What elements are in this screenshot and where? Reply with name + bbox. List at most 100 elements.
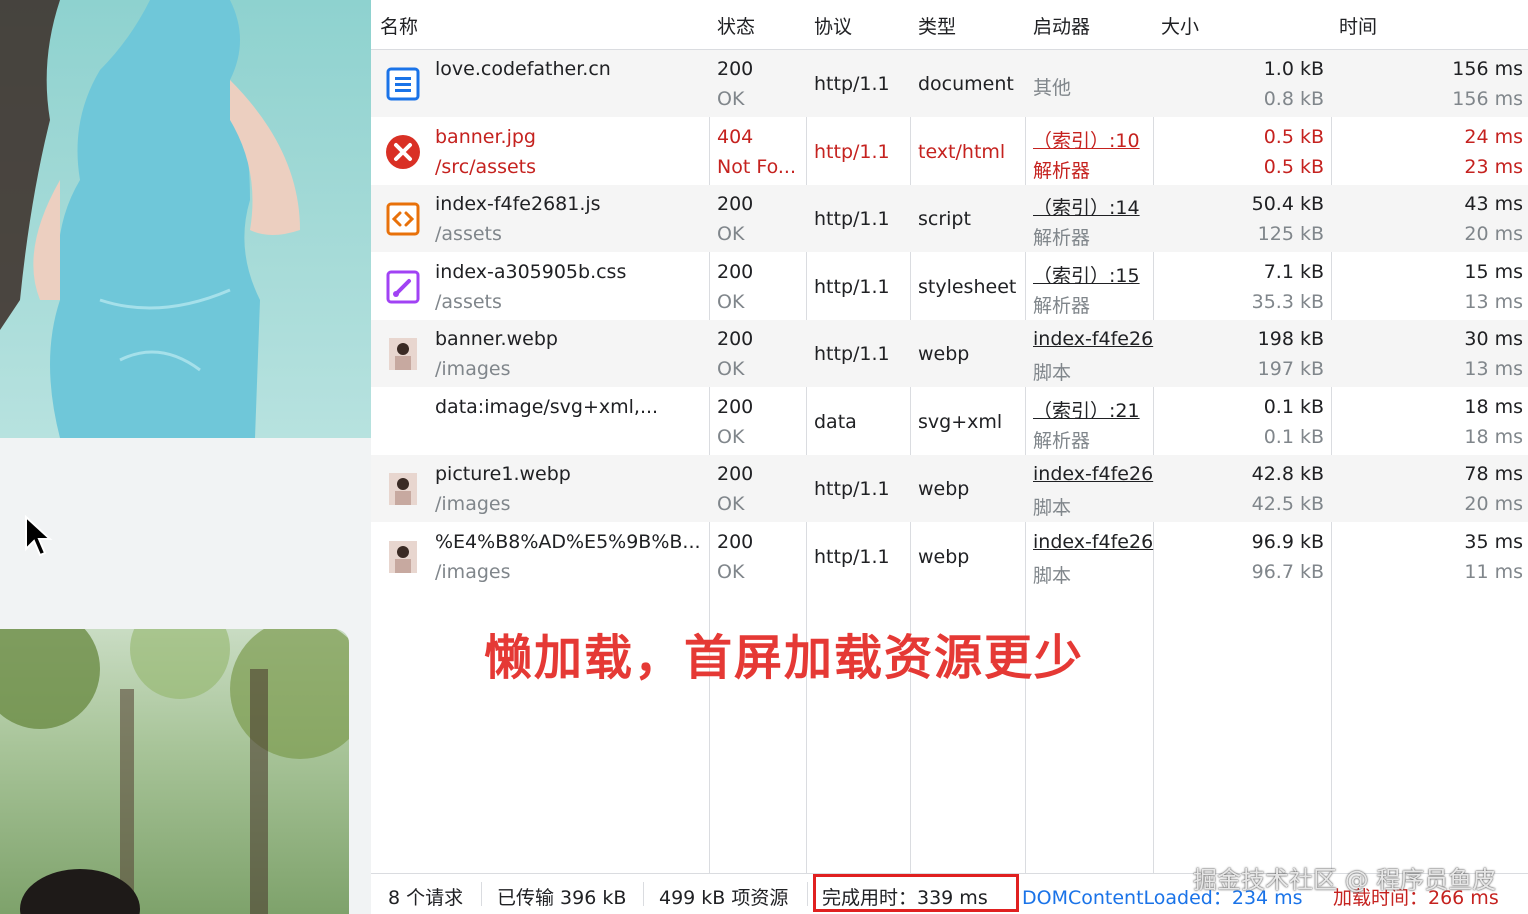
image-thumbnail-icon <box>385 471 421 507</box>
initiator-link[interactable]: （索引）:21 <box>1033 396 1140 423</box>
request-name[interactable]: picture1.webp <box>435 463 571 485</box>
table-header: 名称 状态 协议 类型 启动器 大小 时间 <box>371 0 1528 50</box>
status-text: OK <box>717 493 745 515</box>
total-time: 156 ms <box>1452 58 1523 80</box>
initiator-link[interactable]: （索引）:10 <box>1033 126 1140 153</box>
status-text: OK <box>717 223 745 245</box>
request-name[interactable]: data:image/svg+xml,... <box>435 396 658 418</box>
initiator-type: 解析器 <box>1033 429 1091 452</box>
protocol: http/1.1 <box>814 275 890 298</box>
stylesheet-icon <box>385 269 421 305</box>
total-time: 24 ms <box>1464 125 1523 148</box>
transfer-size: 96.9 kB <box>1251 530 1324 553</box>
status-text: OK <box>717 560 745 583</box>
annotation-text: 懒加载，首屏加载资源更少 <box>484 630 1085 686</box>
preview-photo-qipao <box>0 0 371 438</box>
initiator-link[interactable]: index-f4fe26 <box>1033 463 1153 485</box>
status-code: 200 <box>717 193 754 215</box>
server-time: 13 ms <box>1464 358 1523 380</box>
total-time: 78 ms <box>1464 463 1523 485</box>
initiator-type: 其他 <box>1033 77 1072 99</box>
page-preview <box>0 0 371 914</box>
protocol: http/1.1 <box>814 545 890 568</box>
status-text: OK <box>717 88 745 110</box>
resource-type: webp <box>918 545 970 568</box>
status-text: OK <box>717 290 745 313</box>
network-panel: 名称 状态 协议 类型 启动器 大小 时间 love.codefather.cn… <box>371 0 1528 914</box>
request-name[interactable]: index-f4fe2681.js <box>435 193 601 215</box>
table-row[interactable]: data:image/svg+xml,... 200 OK data svg+xml （索… <box>371 388 1528 455</box>
server-time: 20 ms <box>1464 493 1523 515</box>
status-code: 404 <box>717 125 754 148</box>
transfer-size: 0.5 kB <box>1263 125 1324 148</box>
transfer-size: 42.8 kB <box>1251 463 1324 485</box>
total-time: 43 ms <box>1464 193 1523 215</box>
total-time: 18 ms <box>1464 395 1523 418</box>
server-time: 156 ms <box>1452 88 1523 110</box>
status-code: 200 <box>717 328 754 350</box>
finish-highlight-box <box>813 874 1019 912</box>
header-type[interactable]: 类型 <box>918 12 956 39</box>
header-status[interactable]: 状态 <box>717 12 755 39</box>
table-row[interactable]: banner.jpg/src/assets 404 Not Fo... http/1.… <box>371 118 1528 185</box>
server-time: 18 ms <box>1464 425 1523 448</box>
status-code: 200 <box>717 530 754 553</box>
request-path: /assets <box>435 290 502 313</box>
table-row[interactable]: banner.webp/images 200 OK http/1.1 webp index… <box>371 320 1528 387</box>
forest-illustration <box>0 629 349 914</box>
resource-type: svg+xml <box>918 410 1003 433</box>
protocol: http/1.1 <box>814 343 890 365</box>
total-time: 15 ms <box>1464 260 1523 283</box>
initiator-type: 解析器 <box>1033 159 1091 182</box>
script-icon <box>385 201 421 237</box>
resource-type: script <box>918 208 971 230</box>
resource-size: 0.8 kB <box>1263 88 1324 110</box>
initiator-link[interactable]: （索引）:15 <box>1033 261 1140 288</box>
request-name[interactable]: love.codefather.cn <box>435 58 611 80</box>
error-icon <box>385 134 421 170</box>
initiator-link[interactable]: index-f4fe26 <box>1033 531 1153 553</box>
footer-divider <box>481 882 482 906</box>
request-name[interactable]: %E4%B8%AD%E5%9B%B... <box>435 531 701 553</box>
header-initiator[interactable]: 启动器 <box>1033 12 1090 39</box>
protocol: http/1.1 <box>814 478 890 500</box>
table-row[interactable]: index-a305905b.css/assets 200 OK http/1.1 st… <box>371 253 1528 320</box>
header-size[interactable]: 大小 <box>1161 12 1199 39</box>
protocol: http/1.1 <box>814 73 890 95</box>
watermark: 掘金技术社区 @ 程序员鱼皮 <box>1193 866 1497 894</box>
resource-size: 42.5 kB <box>1251 493 1324 515</box>
table-row[interactable]: picture1.webp/images 200 OK http/1.1 webp ind… <box>371 455 1528 522</box>
request-name[interactable]: banner.jpg <box>435 126 536 148</box>
resource-size: 0.5 kB <box>1263 155 1324 178</box>
request-name[interactable]: banner.webp <box>435 328 558 350</box>
protocol: http/1.1 <box>814 208 890 230</box>
status-code: 200 <box>717 260 754 283</box>
status-code: 200 <box>717 463 754 485</box>
header-name[interactable]: 名称 <box>380 12 418 39</box>
request-path: /src/assets <box>435 155 537 178</box>
table-row[interactable]: love.codefather.cn 200 OK http/1.1 document 其… <box>371 50 1528 117</box>
request-name[interactable]: index-a305905b.css <box>435 261 626 283</box>
initiator-type: 脚本 <box>1033 564 1072 587</box>
footer-divider <box>643 882 644 906</box>
total-time: 35 ms <box>1464 530 1523 553</box>
server-time: 20 ms <box>1464 223 1523 245</box>
header-time[interactable]: 时间 <box>1339 12 1377 39</box>
resource-type: webp <box>918 478 970 500</box>
footer-resources: 499 kB 项资源 <box>659 887 789 909</box>
transfer-size: 198 kB <box>1257 328 1324 350</box>
footer-divider <box>807 882 808 906</box>
initiator-link[interactable]: index-f4fe26 <box>1033 328 1153 350</box>
table-row[interactable]: index-f4fe2681.js/assets 200 OK http/1.1 scr… <box>371 185 1528 252</box>
request-path: /images <box>435 493 511 515</box>
image-thumbnail-icon <box>385 336 421 372</box>
header-protocol[interactable]: 协议 <box>814 12 852 39</box>
initiator-type: 解析器 <box>1033 227 1091 249</box>
preview-photo-forest <box>0 629 349 914</box>
table-row[interactable]: %E4%B8%AD%E5%9B%B... /images 200 OK http/1.1… <box>371 523 1528 590</box>
resource-size: 96.7 kB <box>1251 560 1324 583</box>
resource-size: 35.3 kB <box>1251 290 1324 313</box>
protocol: data <box>814 410 857 433</box>
initiator-link[interactable]: （索引）:14 <box>1033 193 1140 220</box>
transfer-size: 50.4 kB <box>1251 193 1324 215</box>
